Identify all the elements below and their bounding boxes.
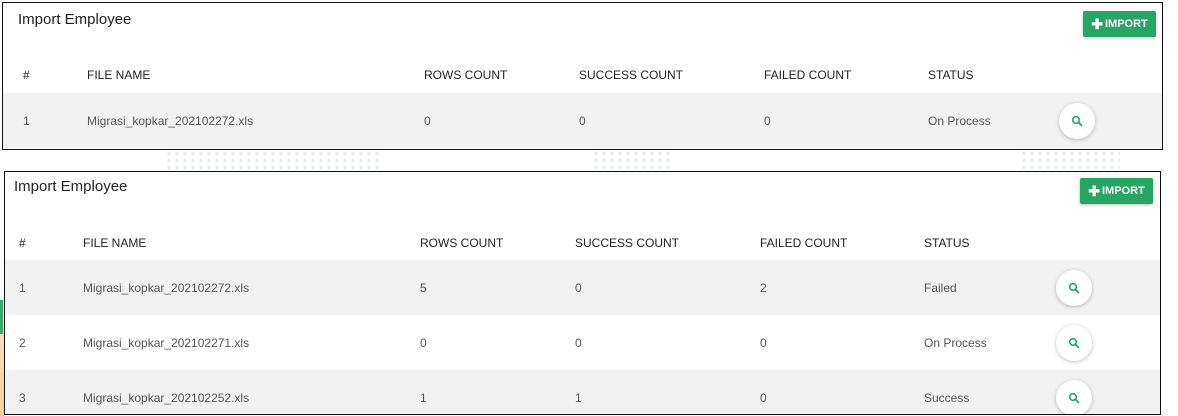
column-header-number: # [23,68,30,82]
search-icon [1071,115,1083,126]
view-details-button[interactable] [1059,102,1095,139]
search-icon [1068,392,1080,403]
import-button-label: IMPORT [1104,18,1148,30]
background-dots [592,150,672,170]
column-header-rows-count: ROWS COUNT [420,236,504,250]
plus-icon: ✚ [1091,16,1103,32]
file-name: Migrasi_kopkar_202102271.xls [83,335,250,350]
row-number: 2 [19,335,26,350]
plus-icon: ✚ [1088,183,1100,199]
failed-count: 2 [760,280,767,295]
column-header-success-count: SUCCESS COUNT [579,68,684,82]
success-count: 0 [575,280,582,295]
panel-title: Import Employee [14,178,128,195]
row-number: 3 [19,390,26,405]
success-count: 0 [579,113,586,128]
import-button[interactable]: ✚ IMPORT [1080,178,1153,204]
panel-title: Import Employee [18,11,132,28]
column-header-rows-count: ROWS COUNT [424,68,508,82]
table-header: # FILE NAME ROWS COUNT SUCCESS COUNT FAI… [5,236,1160,256]
table-row: 1 Migrasi_kopkar_202102272.xls 0 0 0 On … [3,93,1162,148]
search-icon [1068,282,1080,293]
file-name: Migrasi_kopkar_202102272.xls [83,280,250,295]
rows-count: 1 [420,390,427,405]
import-employee-panel-bottom: Import Employee ✚ IMPORT # FILE NAME ROW… [4,171,1161,415]
file-name: Migrasi_kopkar_202102272.xls [87,113,254,128]
import-employee-panel-top: Import Employee ✚ IMPORT # FILE NAME ROW… [2,2,1163,150]
success-count: 1 [575,390,582,405]
background-dots [165,150,380,170]
import-button[interactable]: ✚ IMPORT [1083,11,1156,37]
column-header-failed-count: FAILED COUNT [760,236,848,250]
rows-count: 0 [424,113,431,128]
column-header-file-name: FILE NAME [87,68,151,82]
view-details-button[interactable] [1056,379,1092,414]
status-text: Failed [924,280,957,295]
table-row: 1 Migrasi_kopkar_202102272.xls 5 0 2 Fai… [5,260,1160,315]
column-header-status: STATUS [924,236,970,250]
failed-count: 0 [764,113,771,128]
background-edge [0,300,3,334]
rows-count: 5 [420,280,427,295]
row-number: 1 [19,280,26,295]
view-details-button[interactable] [1056,269,1092,306]
table-header: # FILE NAME ROWS COUNT SUCCESS COUNT FAI… [3,68,1162,88]
background-dots [1020,150,1120,170]
table-row: 2 Migrasi_kopkar_202102271.xls 0 0 0 On … [5,315,1160,370]
failed-count: 0 [760,335,767,350]
view-details-button[interactable] [1056,324,1092,361]
status-text: Success [924,390,970,405]
column-header-file-name: FILE NAME [83,236,147,250]
rows-count: 0 [420,335,427,350]
table-row: 3 Migrasi_kopkar_202102252.xls 1 1 0 Suc… [5,370,1160,414]
failed-count: 0 [760,390,767,405]
file-name: Migrasi_kopkar_202102252.xls [83,390,250,405]
import-button-label: IMPORT [1101,185,1145,197]
status-text: On Process [924,335,987,350]
search-icon [1068,337,1080,348]
column-header-number: # [19,236,26,250]
success-count: 0 [575,335,582,350]
column-header-success-count: SUCCESS COUNT [575,236,680,250]
column-header-status: STATUS [928,68,974,82]
status-text: On Process [928,113,991,128]
column-header-failed-count: FAILED COUNT [764,68,852,82]
row-number: 1 [23,113,30,128]
